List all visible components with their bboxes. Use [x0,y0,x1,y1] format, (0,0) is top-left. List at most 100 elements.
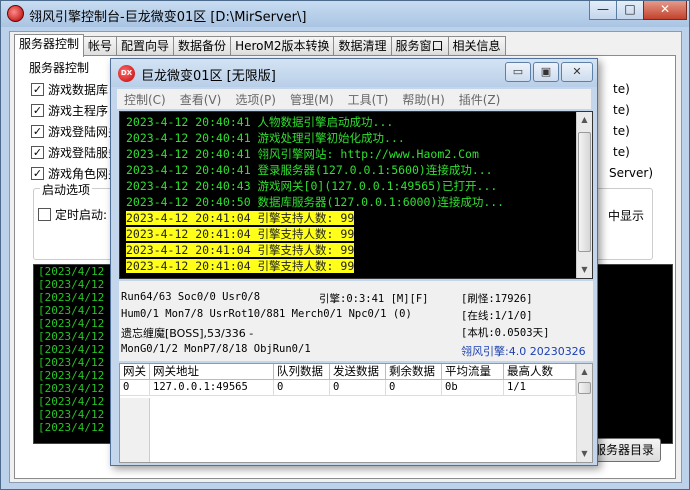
main-tab-strip: 服务器控制 帐号 配置向导 数据备份 HeroM2版本转换 数据清理 服务窗口 … [14,34,506,57]
checkbox-game-main[interactable]: ✓ 游戏主程序 [31,101,108,119]
right-fragment: te) [613,124,630,138]
server-child-window: DX 巨龙微变01区 [无限版] ▭ ▣ ✕ 控制(C) 查看(V) 选项(P)… [110,58,598,466]
engine-log-console[interactable]: 2023-4-12 20:40:41 人物数据引擎启动成功... 2023-4-… [119,111,593,279]
child-minimize-button[interactable]: ▭ [505,62,531,82]
col-queue-data[interactable]: 队列数据 [274,364,330,380]
dx-app-icon: DX [118,65,135,82]
cell-send-data: 0 [330,380,386,396]
scroll-up-icon[interactable]: ▲ [577,364,592,380]
app-logo-icon [7,5,24,22]
log-line-highlighted: 2023-4-12 20:41:04 引擎支持人数: 99 [120,258,592,274]
menu-control[interactable]: 控制(C) [117,91,173,108]
tab-server-control[interactable]: 服务器控制 [14,34,85,57]
status-engine-time: 引擎:0:3:41 [M][F] [319,293,429,305]
col-send-data[interactable]: 发送数据 [330,364,386,380]
table-empty-area [120,398,150,462]
checkbox-timed-start[interactable]: 定时启动: [38,205,107,223]
tab-config-wizard[interactable]: 配置向导 [116,36,175,56]
scroll-thumb[interactable] [578,382,591,394]
log-line: 2023-4-12 20:40:41 人物数据引擎启动成功... [126,115,394,129]
scroll-thumb[interactable] [578,132,591,252]
log-scrollbar[interactable]: ▲ ▼ [576,112,592,278]
right-fragment: Server) [609,166,654,180]
log-line-text: 2023-4-12 20:41:04 引擎支持人数: 99 [126,211,355,225]
child-window-title: 巨龙微变01区 [无限版] [141,69,276,84]
menu-manage[interactable]: 管理(M) [283,91,341,108]
show-in-center-label: 中显示 [608,209,645,223]
log-line-text: 2023-4-12 20:41:04 引擎支持人数: 99 [126,243,355,257]
cell-remaining-data: 0 [386,380,442,396]
child-menu-bar: 控制(C) 查看(V) 选项(P) 管理(M) 工具(T) 帮助(H) 插件(Z… [117,89,591,109]
checkbox-label: 游戏主程序 [48,103,109,118]
scroll-down-icon[interactable]: ▼ [577,262,592,278]
col-avg-traffic[interactable]: 平均流量 [442,364,504,380]
col-gate-address[interactable]: 网关地址 [150,364,274,380]
checkbox-icon[interactable]: ✓ [31,82,44,96]
engine-status-panel: Run64/63 Soc0/0 Usr0/8 引擎:0:3:41 [M][F] … [119,281,593,361]
status-monster-counts: MonG0/1/2 MonP7/8/18 ObjRun0/1 [121,343,311,355]
log-line-highlighted: 2023-4-12 20:41:04 引擎支持人数: 99 [120,242,592,258]
main-window-title: 翎风引擎控制台-巨龙微变01区 [D:\MirServer\] [29,10,307,25]
status-boss: 遗忘缠魔[BOSS],53/336 - [121,327,254,340]
status-refresh-monsters: [刷怪:17926] [461,293,533,305]
checkbox-icon[interactable]: ✓ [31,124,44,138]
col-remaining-data[interactable]: 剩余数据 [386,364,442,380]
checkbox-login-gate[interactable]: ✓ 游戏登陆网关 [31,122,120,140]
checkbox-icon[interactable] [38,207,51,221]
log-line-text: 2023-4-12 20:41:04 引擎支持人数: 99 [126,227,355,241]
tab-herom2-convert[interactable]: HeroM2版本转换 [230,36,335,56]
menu-view[interactable]: 查看(V) [173,91,229,108]
log-line: 2023-4-12 20:40:50 数据库服务器(127.0.0.1:6000… [126,195,505,209]
tab-account[interactable]: 帐号 [83,36,118,56]
tab-data-cleanup[interactable]: 数据清理 [333,36,392,56]
cell-gate: 0 [120,380,150,396]
child-maximize-button[interactable]: ▣ [533,62,559,82]
log-line: 2023-4-12 20:40:41 翎风引擎网站: http://www.Ha… [126,147,479,161]
menu-help[interactable]: 帮助(H) [395,91,451,108]
status-engine-version: 翎风引擎:4.0 20230326 [461,345,586,358]
table-row[interactable]: 0 127.0.0.1:49565 0 0 0 0b 1/1 [120,380,592,396]
checkbox-game-database[interactable]: ✓ 游戏数据库 [31,80,108,98]
right-fragment: te) [613,82,630,96]
checkbox-icon[interactable]: ✓ [31,166,44,180]
status-run-counts: Run64/63 Soc0/0 Usr0/8 [121,291,261,303]
log-line: 2023-4-12 20:40:41 登录服务器(127.0.0.1:5600)… [126,163,493,177]
cell-max-players: 1/1 [504,380,576,396]
col-max-players[interactable]: 最高人数 [504,364,576,380]
gate-table-header: 网关 网关地址 队列数据 发送数据 剩余数据 平均流量 最高人数 [120,364,592,380]
right-fragment: te) [613,145,630,159]
table-scrollbar[interactable]: ▲ ▼ [576,364,592,462]
menu-plugins[interactable]: 插件(Z) [452,91,508,108]
checkbox-role-gate[interactable]: ✓ 游戏角色网关 [31,164,120,182]
cell-queue-data: 0 [274,380,330,396]
main-title-bar[interactable]: 翎风引擎控制台-巨龙微变01区 [D:\MirServer\] — □ ✕ [1,1,689,27]
menu-options[interactable]: 选项(P) [228,91,283,108]
menu-tools[interactable]: 工具(T) [341,91,396,108]
status-online: [在线:1/1/0] [461,310,533,322]
tab-data-backup[interactable]: 数据备份 [173,36,232,56]
checkbox-icon[interactable]: ✓ [31,103,44,117]
gate-table[interactable]: 网关 网关地址 队列数据 发送数据 剩余数据 平均流量 最高人数 0 127.0… [119,363,593,463]
log-line-text: 2023-4-12 20:41:04 引擎支持人数: 99 [126,259,355,273]
log-line: 2023-4-12 20:40:41 游戏处理引擎初始化成功... [126,131,405,145]
checkbox-login-server[interactable]: ✓ 游戏登陆服务 [31,143,120,161]
right-fragment: te) [613,103,630,117]
scroll-down-icon[interactable]: ▼ [577,446,592,462]
status-hum-counts: Hum0/1 Mon7/8 UsrRot10/881 Merch0/1 Npc0… [121,308,412,320]
close-button[interactable]: ✕ [643,1,687,20]
launch-options-label: 启动选项 [40,181,93,198]
maximize-button[interactable]: □ [616,1,644,20]
checkbox-label: 游戏数据库 [48,82,109,97]
tab-service-window[interactable]: 服务窗口 [390,36,449,56]
checkbox-icon[interactable]: ✓ [31,145,44,159]
minimize-button[interactable]: — [589,1,617,20]
tab-related-info[interactable]: 相关信息 [447,36,506,56]
log-line-highlighted: 2023-4-12 20:41:04 引擎支持人数: 99 [120,210,592,226]
server-control-group-label: 服务器控制 [27,59,92,76]
scroll-up-icon[interactable]: ▲ [577,112,592,128]
col-gate[interactable]: 网关 [120,364,150,380]
server-directory-button[interactable]: 服务器目录 [587,438,661,462]
child-close-button[interactable]: ✕ [561,62,593,82]
child-title-bar[interactable]: DX 巨龙微变01区 [无限版] ▭ ▣ ✕ [111,59,597,87]
cell-avg-traffic: 0b [442,380,504,396]
